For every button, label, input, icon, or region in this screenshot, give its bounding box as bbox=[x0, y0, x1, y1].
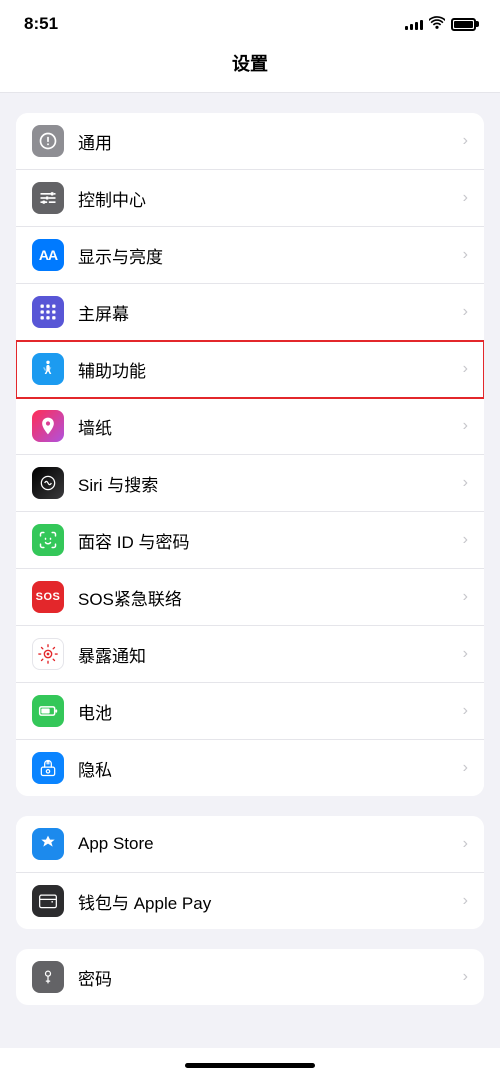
appstore-label: App Store bbox=[78, 834, 463, 854]
privacy-label: 隐私 bbox=[78, 756, 463, 781]
wallet-label: 钱包与 Apple Pay bbox=[78, 889, 463, 914]
row-battery[interactable]: 电池 › bbox=[16, 683, 484, 740]
exposure-label: 暴露通知 bbox=[78, 642, 463, 667]
row-privacy[interactable]: 隐私 › bbox=[16, 740, 484, 796]
row-sos[interactable]: SOS SOS紧急联络 › bbox=[16, 569, 484, 626]
page-header: 设置 bbox=[0, 40, 500, 93]
status-icons bbox=[405, 16, 476, 33]
page-title: 设置 bbox=[232, 54, 268, 74]
appstore-chevron: › bbox=[463, 835, 468, 853]
privacy-chevron: › bbox=[463, 759, 468, 777]
accessibility-icon bbox=[32, 353, 64, 385]
status-time: 8:51 bbox=[24, 14, 58, 34]
exposure-chevron: › bbox=[463, 645, 468, 663]
wallet-icon bbox=[32, 885, 64, 917]
faceid-chevron: › bbox=[463, 531, 468, 549]
privacy-icon bbox=[32, 752, 64, 784]
bottom-bar bbox=[0, 1048, 500, 1082]
control-center-icon bbox=[32, 182, 64, 214]
signal-icon bbox=[405, 18, 423, 30]
password-label: 密码 bbox=[78, 965, 463, 990]
row-home-screen[interactable]: 主屏幕 › bbox=[16, 284, 484, 341]
row-general[interactable]: 通用 › bbox=[16, 113, 484, 170]
appstore-icon bbox=[32, 828, 64, 860]
home-indicator bbox=[185, 1063, 315, 1068]
section-password: 密码 › bbox=[16, 949, 484, 1005]
siri-label: Siri 与搜索 bbox=[78, 471, 463, 496]
sos-label: SOS紧急联络 bbox=[78, 585, 463, 610]
accessibility-label: 辅助功能 bbox=[78, 357, 463, 382]
row-control-center[interactable]: 控制中心 › bbox=[16, 170, 484, 227]
faceid-label: 面容 ID 与密码 bbox=[78, 528, 463, 553]
siri-icon bbox=[32, 467, 64, 499]
accessibility-chevron: › bbox=[463, 360, 468, 378]
row-exposure[interactable]: 暴露通知 › bbox=[16, 626, 484, 683]
siri-chevron: › bbox=[463, 474, 468, 492]
password-chevron: › bbox=[463, 968, 468, 986]
battery-label: 电池 bbox=[78, 699, 463, 724]
row-wallet[interactable]: 钱包与 Apple Pay › bbox=[16, 873, 484, 929]
row-appstore[interactable]: App Store › bbox=[16, 816, 484, 873]
general-icon bbox=[32, 125, 64, 157]
wallet-chevron: › bbox=[463, 892, 468, 910]
home-screen-icon bbox=[32, 296, 64, 328]
wifi-icon bbox=[429, 16, 445, 33]
row-wallpaper[interactable]: 墙纸 › bbox=[16, 398, 484, 455]
row-display[interactable]: AA 显示与亮度 › bbox=[16, 227, 484, 284]
display-icon: AA bbox=[32, 239, 64, 271]
battery-chevron: › bbox=[463, 702, 468, 720]
row-password[interactable]: 密码 › bbox=[16, 949, 484, 1005]
section-general: 通用 › 控制中心 › AA 显示与亮度 › 主屏幕 › 辅助功能 › 墙纸 bbox=[16, 113, 484, 796]
section-appstore: App Store › 钱包与 Apple Pay › bbox=[16, 816, 484, 929]
sos-chevron: › bbox=[463, 588, 468, 606]
wallpaper-icon bbox=[32, 410, 64, 442]
wallpaper-label: 墙纸 bbox=[78, 414, 463, 439]
control-center-label: 控制中心 bbox=[78, 186, 463, 211]
exposure-icon bbox=[32, 638, 64, 670]
home-screen-chevron: › bbox=[463, 303, 468, 321]
row-accessibility[interactable]: 辅助功能 › bbox=[16, 341, 484, 398]
home-screen-label: 主屏幕 bbox=[78, 300, 463, 325]
general-label: 通用 bbox=[78, 129, 463, 154]
status-bar: 8:51 bbox=[0, 0, 500, 40]
sos-icon: SOS bbox=[32, 581, 64, 613]
control-center-chevron: › bbox=[463, 189, 468, 207]
row-siri[interactable]: Siri 与搜索 › bbox=[16, 455, 484, 512]
faceid-icon bbox=[32, 524, 64, 556]
password-icon bbox=[32, 961, 64, 993]
display-chevron: › bbox=[463, 246, 468, 264]
row-faceid[interactable]: 面容 ID 与密码 › bbox=[16, 512, 484, 569]
wallpaper-chevron: › bbox=[463, 417, 468, 435]
display-label: 显示与亮度 bbox=[78, 243, 463, 268]
battery-row-icon bbox=[32, 695, 64, 727]
battery-icon bbox=[451, 18, 476, 31]
general-chevron: › bbox=[463, 132, 468, 150]
